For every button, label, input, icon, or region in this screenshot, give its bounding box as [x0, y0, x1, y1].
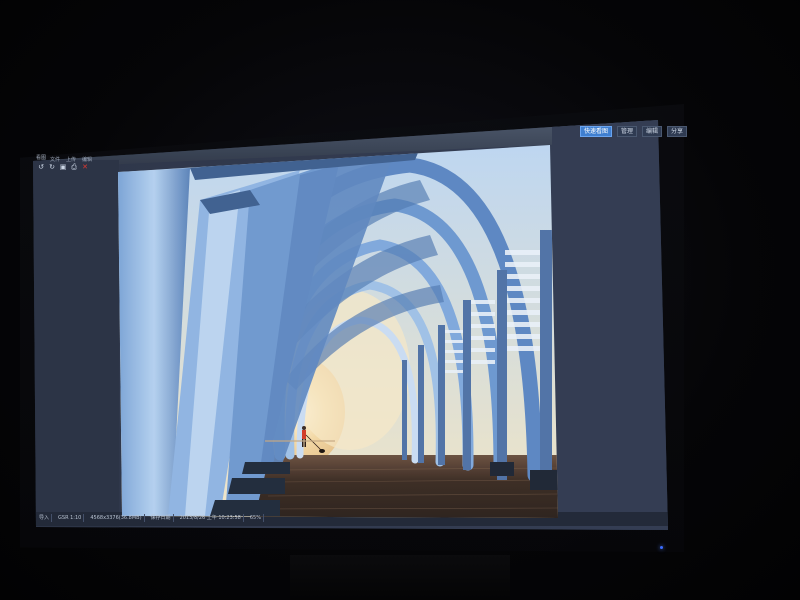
status-zoom[interactable]: 65% [248, 514, 264, 522]
status-date-label: 保存日期 [149, 514, 174, 522]
rotate-left-icon[interactable]: ↺ [37, 163, 45, 171]
monitor-screen [33, 120, 668, 530]
app-title: 看图 [36, 155, 47, 161]
status-scale: GSR 1:10 [56, 514, 85, 522]
status-dimensions: 4568x3376(36.8MB) [88, 514, 145, 522]
delete-icon[interactable]: ✕ [81, 163, 89, 171]
status-date: 2013/8/26 上午 10:23:58 [178, 514, 244, 522]
toolbar: ↺ ↻ ▣ ⎙ ✕ [37, 163, 89, 171]
share-button[interactable]: 分享 [667, 126, 688, 137]
status-import[interactable]: 导入 [37, 514, 53, 522]
monitor-stand [290, 555, 510, 600]
power-led [660, 546, 663, 549]
rotate-right-icon[interactable]: ↻ [48, 163, 56, 171]
print-icon[interactable]: ⎙ [70, 163, 78, 171]
manage-button[interactable]: 管理 [617, 126, 638, 137]
quick-view-button[interactable]: 快速看图 [580, 126, 613, 137]
mode-buttons: 快速看图 管理 编辑 分享 [580, 126, 688, 137]
status-bar: 导入 GSR 1:10 4568x3376(36.8MB) 保存日期 2013/… [37, 514, 665, 522]
save-icon[interactable]: ▣ [59, 163, 67, 171]
edit-button[interactable]: 编辑 [642, 126, 663, 137]
